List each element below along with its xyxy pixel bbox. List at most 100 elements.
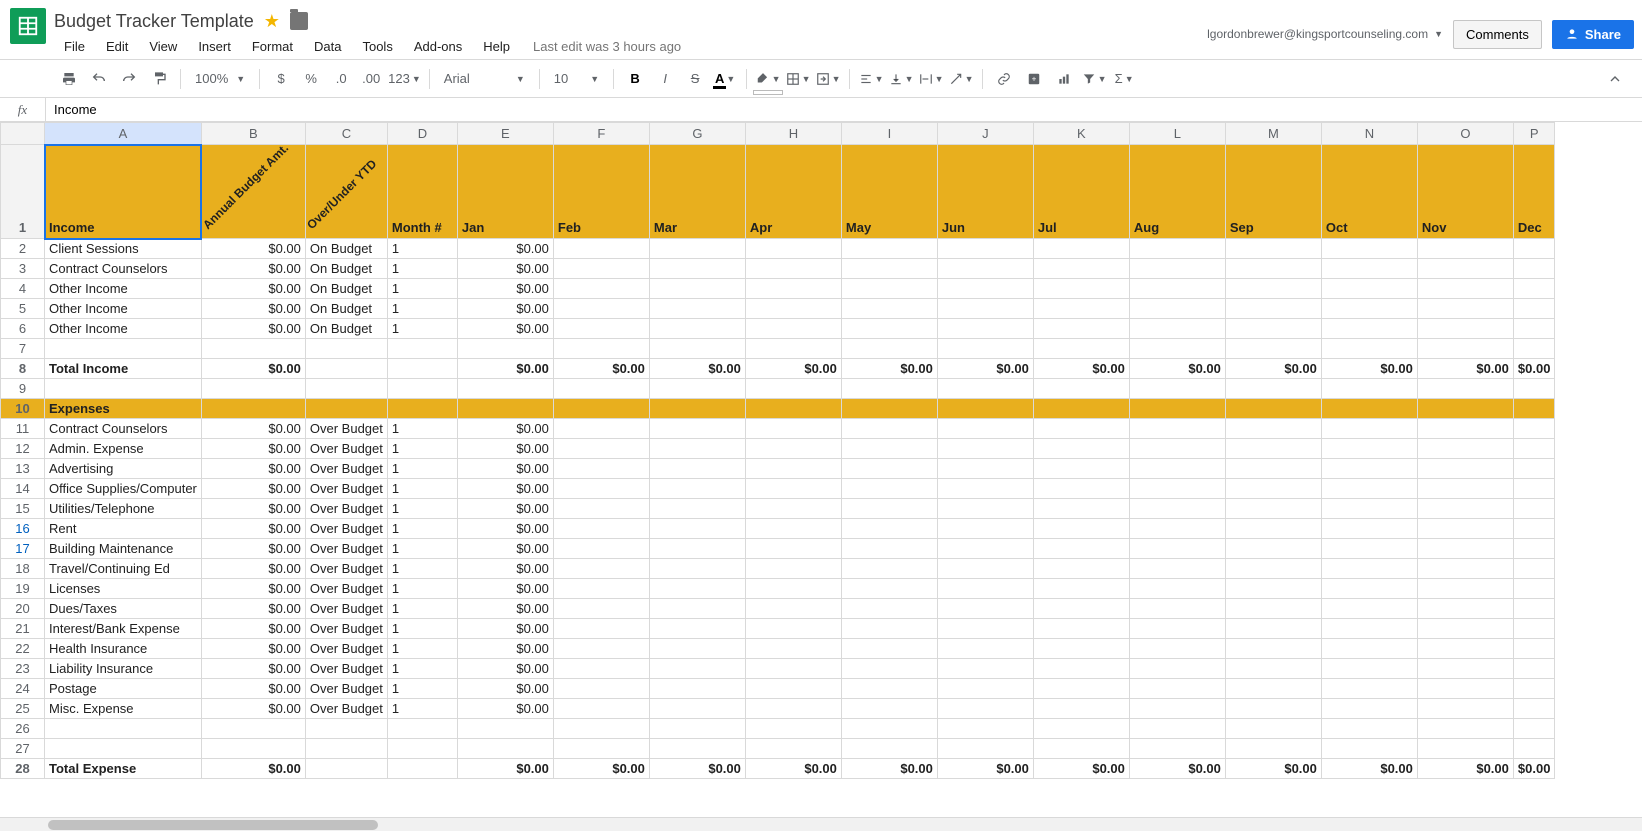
cell-J27[interactable] xyxy=(937,739,1033,759)
cell-A10[interactable]: Expenses xyxy=(45,399,202,419)
cell-K15[interactable] xyxy=(1033,499,1129,519)
cell-M27[interactable] xyxy=(1225,739,1321,759)
cell-P25[interactable] xyxy=(1513,699,1555,719)
cell-N6[interactable] xyxy=(1321,319,1417,339)
cell-O20[interactable] xyxy=(1417,599,1513,619)
cell-H14[interactable] xyxy=(745,479,841,499)
cell-K11[interactable] xyxy=(1033,419,1129,439)
cell-F4[interactable] xyxy=(553,279,649,299)
cell-G19[interactable] xyxy=(649,579,745,599)
cell-O10[interactable] xyxy=(1417,399,1513,419)
cell-E8[interactable]: $0.00 xyxy=(457,359,553,379)
cell-I23[interactable] xyxy=(841,659,937,679)
cell-P9[interactable] xyxy=(1513,379,1555,399)
cell-O23[interactable] xyxy=(1417,659,1513,679)
cell-B25[interactable]: $0.00 xyxy=(201,699,305,719)
cell-E27[interactable] xyxy=(457,739,553,759)
cell-E14[interactable]: $0.00 xyxy=(457,479,553,499)
cell-H25[interactable] xyxy=(745,699,841,719)
cell-N2[interactable] xyxy=(1321,239,1417,259)
cell-D4[interactable]: 1 xyxy=(387,279,457,299)
cell-G25[interactable] xyxy=(649,699,745,719)
cell-O7[interactable] xyxy=(1417,339,1513,359)
cell-M8[interactable]: $0.00 xyxy=(1225,359,1321,379)
cell-K22[interactable] xyxy=(1033,639,1129,659)
cell-F24[interactable] xyxy=(553,679,649,699)
cell-G12[interactable] xyxy=(649,439,745,459)
cell-A28[interactable]: Total Expense xyxy=(45,759,202,779)
cell-N13[interactable] xyxy=(1321,459,1417,479)
cell-D26[interactable] xyxy=(387,719,457,739)
col-header-J[interactable]: J xyxy=(937,123,1033,145)
cell-H3[interactable] xyxy=(745,259,841,279)
cell-K20[interactable] xyxy=(1033,599,1129,619)
row-header-15[interactable]: 15 xyxy=(1,499,45,519)
cell-H19[interactable] xyxy=(745,579,841,599)
cell-N22[interactable] xyxy=(1321,639,1417,659)
cell-D22[interactable]: 1 xyxy=(387,639,457,659)
cell-K19[interactable] xyxy=(1033,579,1129,599)
cell-B18[interactable]: $0.00 xyxy=(201,559,305,579)
cell-N24[interactable] xyxy=(1321,679,1417,699)
menu-format[interactable]: Format xyxy=(242,35,303,58)
cell-M23[interactable] xyxy=(1225,659,1321,679)
cell-M19[interactable] xyxy=(1225,579,1321,599)
cell-M15[interactable] xyxy=(1225,499,1321,519)
cell-A20[interactable]: Dues/Taxes xyxy=(45,599,202,619)
comments-button[interactable]: Comments xyxy=(1453,20,1542,49)
cell-G10[interactable] xyxy=(649,399,745,419)
cell-J10[interactable] xyxy=(937,399,1033,419)
cell-C14[interactable]: Over Budget xyxy=(305,479,387,499)
cell-N17[interactable] xyxy=(1321,539,1417,559)
cell-N27[interactable] xyxy=(1321,739,1417,759)
col-header-C[interactable]: C xyxy=(305,123,387,145)
col-header-O[interactable]: O xyxy=(1417,123,1513,145)
cell-J28[interactable]: $0.00 xyxy=(937,759,1033,779)
cell-N18[interactable] xyxy=(1321,559,1417,579)
cell-J15[interactable] xyxy=(937,499,1033,519)
cell-I6[interactable] xyxy=(841,319,937,339)
cell-C16[interactable]: Over Budget xyxy=(305,519,387,539)
cell-N26[interactable] xyxy=(1321,719,1417,739)
cell-A17[interactable]: Building Maintenance xyxy=(45,539,202,559)
strikethrough-button[interactable]: S xyxy=(682,66,708,92)
cell-K23[interactable] xyxy=(1033,659,1129,679)
cell-A15[interactable]: Utilities/Telephone xyxy=(45,499,202,519)
cell-E19[interactable]: $0.00 xyxy=(457,579,553,599)
cell-H15[interactable] xyxy=(745,499,841,519)
cell-C17[interactable]: Over Budget xyxy=(305,539,387,559)
cell-H23[interactable] xyxy=(745,659,841,679)
cell-B16[interactable]: $0.00 xyxy=(201,519,305,539)
cell-F6[interactable] xyxy=(553,319,649,339)
cell-G17[interactable] xyxy=(649,539,745,559)
cell-B11[interactable]: $0.00 xyxy=(201,419,305,439)
cell-B28[interactable]: $0.00 xyxy=(201,759,305,779)
cell-K2[interactable] xyxy=(1033,239,1129,259)
cell-A5[interactable]: Other Income xyxy=(45,299,202,319)
cell-B23[interactable]: $0.00 xyxy=(201,659,305,679)
cell-K8[interactable]: $0.00 xyxy=(1033,359,1129,379)
cell-N20[interactable] xyxy=(1321,599,1417,619)
cell-I7[interactable] xyxy=(841,339,937,359)
cell-G15[interactable] xyxy=(649,499,745,519)
cell-K12[interactable] xyxy=(1033,439,1129,459)
cell-M9[interactable] xyxy=(1225,379,1321,399)
cell-A13[interactable]: Advertising xyxy=(45,459,202,479)
row-header-21[interactable]: 21 xyxy=(1,619,45,639)
row-header-23[interactable]: 23 xyxy=(1,659,45,679)
paint-format-icon[interactable] xyxy=(146,66,172,92)
cell-C23[interactable]: Over Budget xyxy=(305,659,387,679)
cell-H10[interactable] xyxy=(745,399,841,419)
cell-B8[interactable]: $0.00 xyxy=(201,359,305,379)
cell-E2[interactable]: $0.00 xyxy=(457,239,553,259)
cell-G27[interactable] xyxy=(649,739,745,759)
row-header-6[interactable]: 6 xyxy=(1,319,45,339)
cell-C7[interactable] xyxy=(305,339,387,359)
cell-I5[interactable] xyxy=(841,299,937,319)
cell-C22[interactable]: Over Budget xyxy=(305,639,387,659)
select-all-corner[interactable] xyxy=(1,123,45,145)
cell-E10[interactable] xyxy=(457,399,553,419)
cell-H8[interactable]: $0.00 xyxy=(745,359,841,379)
cell-N25[interactable] xyxy=(1321,699,1417,719)
cell-G3[interactable] xyxy=(649,259,745,279)
